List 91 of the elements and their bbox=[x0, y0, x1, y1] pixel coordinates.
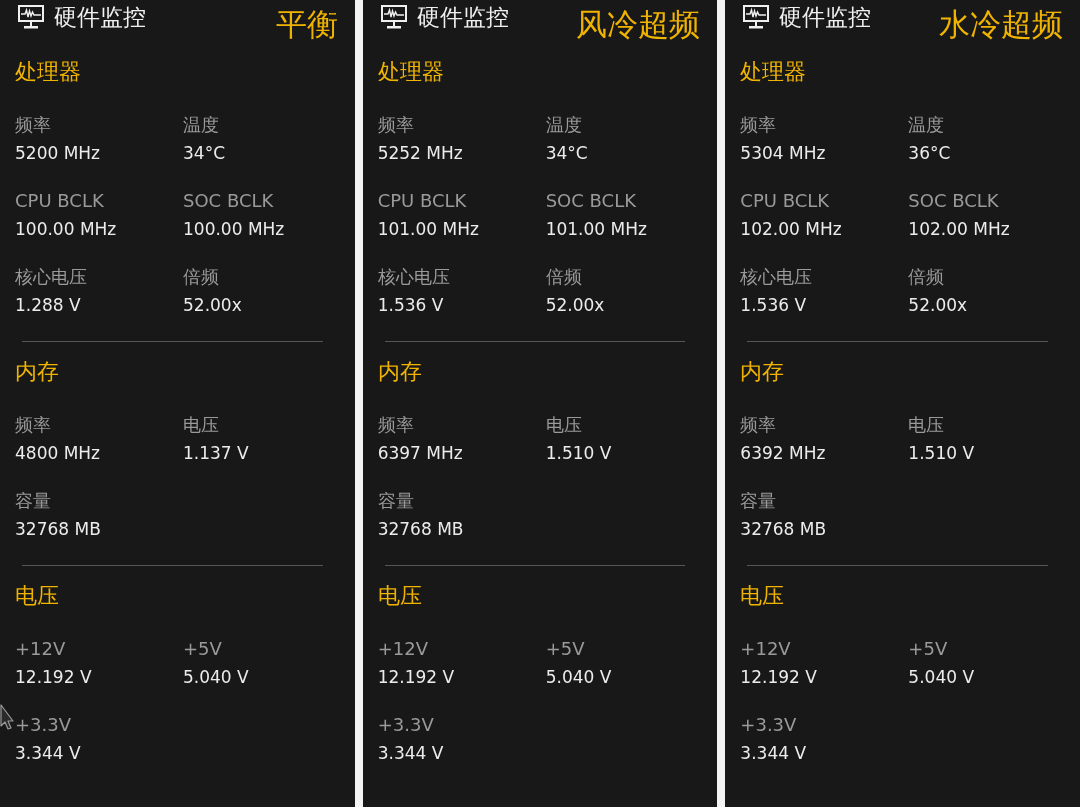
reading-value: 101.00 MHz bbox=[545, 218, 648, 241]
reading-label: CPU BCLK bbox=[377, 189, 468, 213]
reading-value: 1.510 V bbox=[908, 442, 976, 465]
reading-value: 5.040 V bbox=[908, 666, 976, 689]
panel-title: 硬件监控 bbox=[779, 3, 872, 32]
reading-value: 12.192 V bbox=[15, 666, 93, 689]
reading-value: 52.00x bbox=[183, 294, 243, 317]
section-title: 电压 bbox=[15, 582, 60, 610]
reading-label: 倍频 bbox=[908, 265, 946, 289]
reading-value: 3.344 V bbox=[740, 742, 808, 765]
reading-label: 温度 bbox=[183, 113, 220, 137]
reading-label: 容量 bbox=[740, 489, 778, 513]
reading-value: 1.510 V bbox=[545, 442, 613, 465]
reading-value: 102.00 MHz bbox=[908, 218, 1011, 241]
reading-label: 温度 bbox=[908, 113, 946, 137]
reading-label: +3.3V bbox=[740, 713, 798, 737]
reading-label: +5V bbox=[183, 637, 223, 661]
reading-label: +12V bbox=[377, 637, 429, 661]
section-title: 内存 bbox=[15, 358, 60, 386]
reading-label: 核心电压 bbox=[15, 265, 88, 289]
reading-label: 倍频 bbox=[183, 265, 220, 289]
reading-label: CPU BCLK bbox=[15, 189, 105, 213]
reading-label: 容量 bbox=[15, 489, 52, 513]
reading-label: 频率 bbox=[15, 113, 52, 137]
mode-label: 风冷超频 bbox=[576, 5, 701, 44]
mode-label: 平衡 bbox=[275, 5, 338, 44]
reading-value: 1.536 V bbox=[377, 294, 445, 317]
reading-value: 32768 MB bbox=[377, 518, 465, 541]
mode-label: 水冷超频 bbox=[939, 5, 1063, 44]
reading-label: 电压 bbox=[183, 413, 220, 437]
reading-label: CPU BCLK bbox=[740, 189, 831, 213]
panel-title: 硬件监控 bbox=[416, 3, 509, 32]
reading-label: 倍频 bbox=[545, 265, 583, 289]
reading-value: 34°C bbox=[183, 142, 226, 165]
reading-value: 5252 MHz bbox=[377, 142, 464, 165]
reading-value: 4800 MHz bbox=[15, 442, 102, 465]
reading-label: 频率 bbox=[377, 113, 415, 137]
section-title: 处理器 bbox=[740, 58, 808, 86]
section-title: 处理器 bbox=[377, 58, 445, 86]
reading-label: +12V bbox=[15, 637, 67, 661]
section-title: 内存 bbox=[740, 358, 786, 386]
monitor-icon bbox=[380, 5, 407, 29]
section-title: 处理器 bbox=[15, 58, 82, 86]
reading-label: 电压 bbox=[545, 413, 583, 437]
reading-value: 52.00x bbox=[908, 294, 969, 317]
reading-value: 52.00x bbox=[545, 294, 606, 317]
reading-value: 3.344 V bbox=[377, 742, 445, 765]
reading-value: 102.00 MHz bbox=[740, 218, 843, 241]
reading-label: 电压 bbox=[908, 413, 946, 437]
reading-value: 3.344 V bbox=[15, 742, 82, 765]
reading-value: 34°C bbox=[545, 142, 589, 165]
reading-label: 频率 bbox=[740, 413, 778, 437]
reading-label: 核心电压 bbox=[740, 265, 814, 289]
reading-label: 频率 bbox=[377, 413, 415, 437]
reading-value: 101.00 MHz bbox=[377, 218, 480, 241]
reading-value: 6397 MHz bbox=[377, 442, 464, 465]
panel-title: 硬件监控 bbox=[54, 3, 146, 32]
reading-label: 温度 bbox=[545, 113, 583, 137]
reading-label: 频率 bbox=[15, 413, 52, 437]
reading-label: +12V bbox=[740, 637, 792, 661]
reading-value: 5200 MHz bbox=[15, 142, 102, 165]
reading-value: 5.040 V bbox=[545, 666, 613, 689]
reading-value: 36°C bbox=[908, 142, 952, 165]
section-title: 电压 bbox=[377, 582, 423, 610]
section-title: 内存 bbox=[377, 358, 423, 386]
reading-value: 32768 MB bbox=[740, 518, 828, 541]
reading-value: 12.192 V bbox=[377, 666, 456, 689]
reading-value: 1.137 V bbox=[183, 442, 250, 465]
monitor-icon bbox=[743, 5, 770, 29]
mouse-pointer-icon bbox=[0, 704, 14, 730]
reading-value: 6392 MHz bbox=[740, 442, 827, 465]
reading-label: 容量 bbox=[377, 489, 415, 513]
reading-label: +3.3V bbox=[377, 713, 435, 737]
reading-value: 12.192 V bbox=[740, 666, 818, 689]
reading-value: 1.288 V bbox=[15, 294, 82, 317]
reading-value: 5304 MHz bbox=[740, 142, 827, 165]
reading-value: 32768 MB bbox=[15, 518, 102, 541]
monitor-icon bbox=[18, 5, 44, 29]
reading-value: 1.536 V bbox=[740, 294, 808, 317]
reading-label: 核心电压 bbox=[377, 265, 451, 289]
reading-label: 频率 bbox=[740, 113, 778, 137]
reading-value: 100.00 MHz bbox=[183, 218, 286, 241]
reading-label: +3.3V bbox=[15, 713, 73, 737]
reading-value: 5.040 V bbox=[183, 666, 250, 689]
reading-label: SOC BCLK bbox=[183, 189, 275, 213]
reading-value: 100.00 MHz bbox=[15, 218, 118, 241]
reading-label: +5V bbox=[908, 637, 949, 661]
reading-label: SOC BCLK bbox=[545, 189, 637, 213]
reading-label: +5V bbox=[545, 637, 586, 661]
section-title: 电压 bbox=[740, 582, 786, 610]
reading-label: SOC BCLK bbox=[908, 189, 1000, 213]
